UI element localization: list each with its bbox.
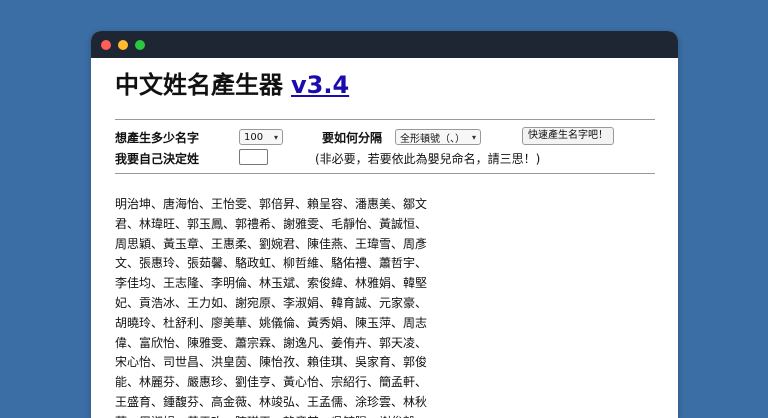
generated-names-text: 明治坤、唐海怡、王怡雯、郭倍昇、賴呈容、潘惠美、鄒文君、林瑋旺、郭玉鳳、郭禮希、…	[115, 197, 428, 418]
generate-button[interactable]: 快速產生名字吧！	[522, 127, 614, 145]
version-link[interactable]: v3.4	[291, 71, 349, 99]
count-label: 想產生多少名字	[115, 131, 200, 145]
surname-label: 我要自己決定姓	[115, 152, 200, 166]
count-select-value: 100	[244, 131, 264, 143]
separator-label: 要如何分隔	[322, 131, 383, 145]
browser-window: 中文姓名產生器 v3.4 想產生多少名字 100 ▾ 要如何分隔 全形頓號（、） …	[91, 31, 678, 418]
divider-bottom	[115, 173, 655, 174]
count-select[interactable]: 100 ▾	[239, 129, 283, 145]
page-title: 中文姓名產生器 v3.4	[115, 70, 349, 100]
separator-select[interactable]: 全形頓號（、） ▾	[395, 129, 481, 145]
divider-top	[115, 119, 655, 120]
chevron-down-icon: ▾	[273, 132, 278, 142]
minimize-window-icon[interactable]	[118, 40, 128, 50]
close-window-icon[interactable]	[101, 40, 111, 50]
page-content: 中文姓名產生器 v3.4 想產生多少名字 100 ▾ 要如何分隔 全形頓號（、） …	[91, 58, 678, 418]
separator-select-value: 全形頓號（、）	[400, 133, 465, 145]
maximize-window-icon[interactable]	[135, 40, 145, 50]
page-title-text: 中文姓名產生器	[115, 71, 283, 99]
chevron-down-icon: ▾	[471, 132, 476, 142]
window-titlebar	[91, 31, 678, 58]
surname-input[interactable]	[239, 149, 268, 165]
disclaimer-note: (非必要，若要依此為嬰兒命名，請三思！)	[315, 152, 541, 166]
